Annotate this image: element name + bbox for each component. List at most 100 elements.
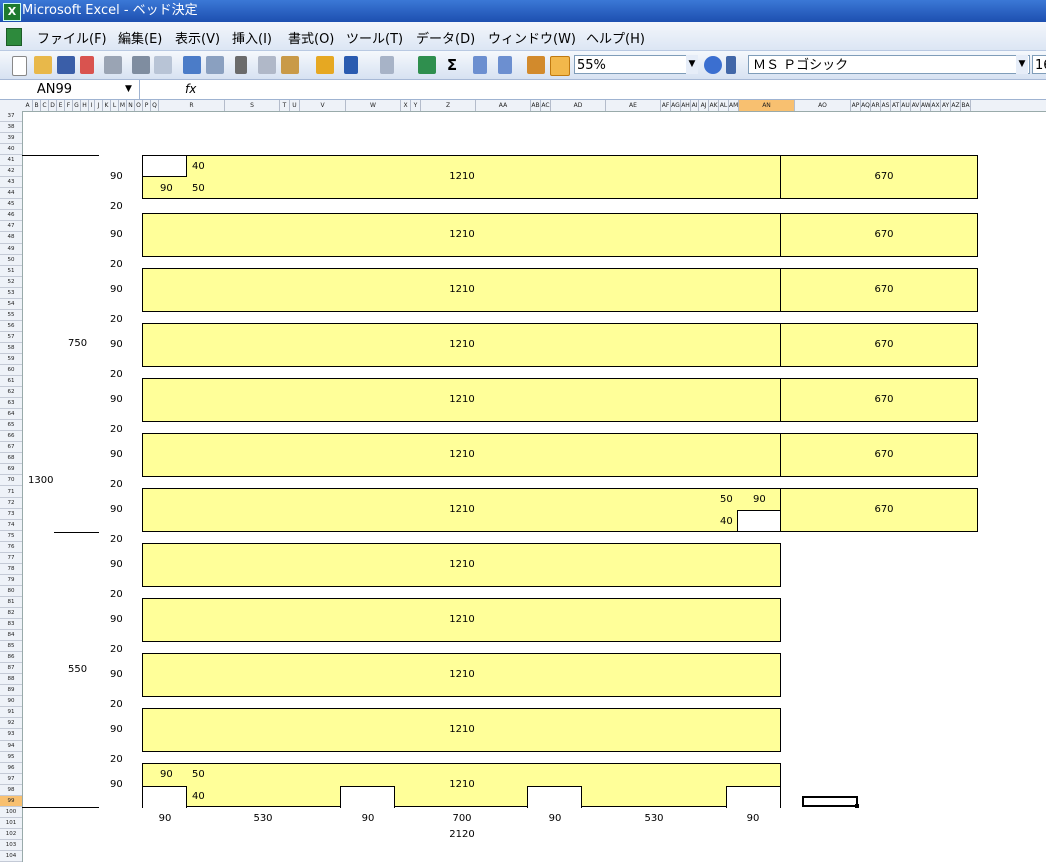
column-header-ay[interactable]: AY [941, 100, 951, 111]
row-header-89[interactable]: 89 [0, 685, 22, 697]
column-header-ag[interactable]: AG [671, 100, 681, 111]
formula-input[interactable] [200, 80, 1046, 99]
column-header-b[interactable]: B [33, 100, 41, 111]
autosum-icon[interactable]: Σ [443, 56, 461, 74]
row-header-88[interactable]: 88 [0, 674, 22, 686]
help-icon[interactable] [704, 56, 722, 74]
copy-icon[interactable] [258, 56, 276, 74]
row-header-97[interactable]: 97 [0, 774, 22, 785]
menu-tools[interactable]: ツール(T) [346, 28, 403, 47]
row-header-103[interactable]: 103 [0, 840, 22, 851]
save-icon[interactable] [57, 56, 75, 74]
name-box-dropdown-icon[interactable]: ▼ [125, 80, 132, 99]
row-header-70[interactable]: 70 [0, 475, 22, 487]
row-header-65[interactable]: 65 [0, 420, 22, 432]
row-header-91[interactable]: 91 [0, 707, 22, 719]
paste-icon[interactable] [281, 56, 299, 74]
row-header-96[interactable]: 96 [0, 763, 22, 774]
column-header-ax[interactable]: AX [931, 100, 941, 111]
column-header-an[interactable]: AN [739, 100, 795, 111]
research-icon[interactable] [206, 56, 224, 74]
column-header-as[interactable]: AS [881, 100, 891, 111]
active-cell[interactable] [802, 796, 858, 807]
column-header-n[interactable]: N [127, 100, 135, 111]
column-header-ao[interactable]: AO [795, 100, 851, 111]
column-header-v[interactable]: V [300, 100, 346, 111]
row-header-76[interactable]: 76 [0, 542, 22, 553]
column-header-l[interactable]: L [111, 100, 119, 111]
row-header-37[interactable]: 37 [0, 111, 22, 123]
row-header-98[interactable]: 98 [0, 785, 22, 796]
column-header-al[interactable]: AL [719, 100, 729, 111]
row-header-59[interactable]: 59 [0, 354, 22, 365]
column-header-c[interactable]: C [41, 100, 49, 111]
column-header-am[interactable]: AM [729, 100, 739, 111]
row-header-73[interactable]: 73 [0, 509, 22, 520]
workbook-icon[interactable] [6, 28, 22, 46]
sort-descending-icon[interactable] [498, 56, 512, 74]
column-header-r[interactable]: R [159, 100, 225, 111]
row-header-57[interactable]: 57 [0, 332, 22, 343]
row-header-60[interactable]: 60 [0, 365, 22, 377]
row-header-75[interactable]: 75 [0, 531, 22, 542]
row-header-78[interactable]: 78 [0, 564, 22, 575]
column-header-s[interactable]: S [225, 100, 280, 111]
row-header-94[interactable]: 94 [0, 741, 22, 752]
menu-view[interactable]: 表示(V) [175, 28, 220, 47]
column-header-ar[interactable]: AR [871, 100, 881, 111]
row-header-101[interactable]: 101 [0, 818, 22, 829]
row-header-48[interactable]: 48 [0, 232, 22, 244]
column-header-az[interactable]: AZ [951, 100, 961, 111]
permission-icon[interactable] [80, 56, 94, 74]
row-header-82[interactable]: 82 [0, 608, 22, 620]
search-icon[interactable] [154, 56, 172, 74]
row-header-56[interactable]: 56 [0, 321, 22, 332]
row-header-49[interactable]: 49 [0, 244, 22, 255]
row-header-61[interactable]: 61 [0, 376, 22, 388]
row-header-44[interactable]: 44 [0, 188, 22, 200]
row-header-47[interactable]: 47 [0, 221, 22, 233]
open-icon[interactable] [34, 56, 52, 74]
row-header-66[interactable]: 66 [0, 431, 22, 443]
column-header-m[interactable]: M [119, 100, 127, 111]
cut-icon[interactable] [235, 56, 247, 74]
column-header-ba[interactable]: BA [961, 100, 971, 111]
column-header-ab[interactable]: AB [531, 100, 541, 111]
row-header-71[interactable]: 71 [0, 487, 22, 498]
column-header-af[interactable]: AF [661, 100, 671, 111]
row-header-81[interactable]: 81 [0, 597, 22, 608]
row-header-43[interactable]: 43 [0, 177, 22, 189]
format-painter-icon[interactable] [316, 56, 334, 74]
new-icon[interactable] [12, 56, 27, 76]
row-header-69[interactable]: 69 [0, 464, 22, 476]
column-header-aa[interactable]: AA [476, 100, 531, 111]
font-dropdown-icon[interactable]: ▼ [1016, 55, 1028, 74]
row-header-62[interactable]: 62 [0, 387, 22, 399]
column-header-f[interactable]: F [65, 100, 73, 111]
row-header-80[interactable]: 80 [0, 586, 22, 597]
column-header-ac[interactable]: AC [541, 100, 551, 111]
menu-file[interactable]: ファイル(F) [37, 28, 107, 47]
row-header-84[interactable]: 84 [0, 630, 22, 642]
row-header-72[interactable]: 72 [0, 498, 22, 509]
row-header-54[interactable]: 54 [0, 299, 22, 310]
font-size-select[interactable]: 16 [1032, 55, 1046, 74]
row-header-50[interactable]: 50 [0, 255, 22, 266]
column-header-e[interactable]: E [57, 100, 65, 111]
column-header-at[interactable]: AT [891, 100, 901, 111]
sheet-grid[interactable] [23, 111, 1046, 862]
column-header-d[interactable]: D [49, 100, 57, 111]
row-header-79[interactable]: 79 [0, 575, 22, 586]
row-header-40[interactable]: 40 [0, 144, 22, 156]
redo-icon[interactable] [380, 56, 394, 74]
print-preview-icon[interactable] [104, 56, 122, 74]
menu-edit[interactable]: 編集(E) [118, 28, 162, 47]
menu-format[interactable]: 書式(O) [288, 28, 334, 47]
column-header-k[interactable]: K [103, 100, 111, 111]
sort-ascending-icon[interactable] [473, 56, 487, 74]
column-header-y[interactable]: Y [411, 100, 421, 111]
toolbar-options-icon[interactable] [726, 56, 736, 74]
zoom-select[interactable]: 55% [574, 55, 698, 74]
column-header-q[interactable]: Q [151, 100, 159, 111]
row-header-102[interactable]: 102 [0, 829, 22, 840]
